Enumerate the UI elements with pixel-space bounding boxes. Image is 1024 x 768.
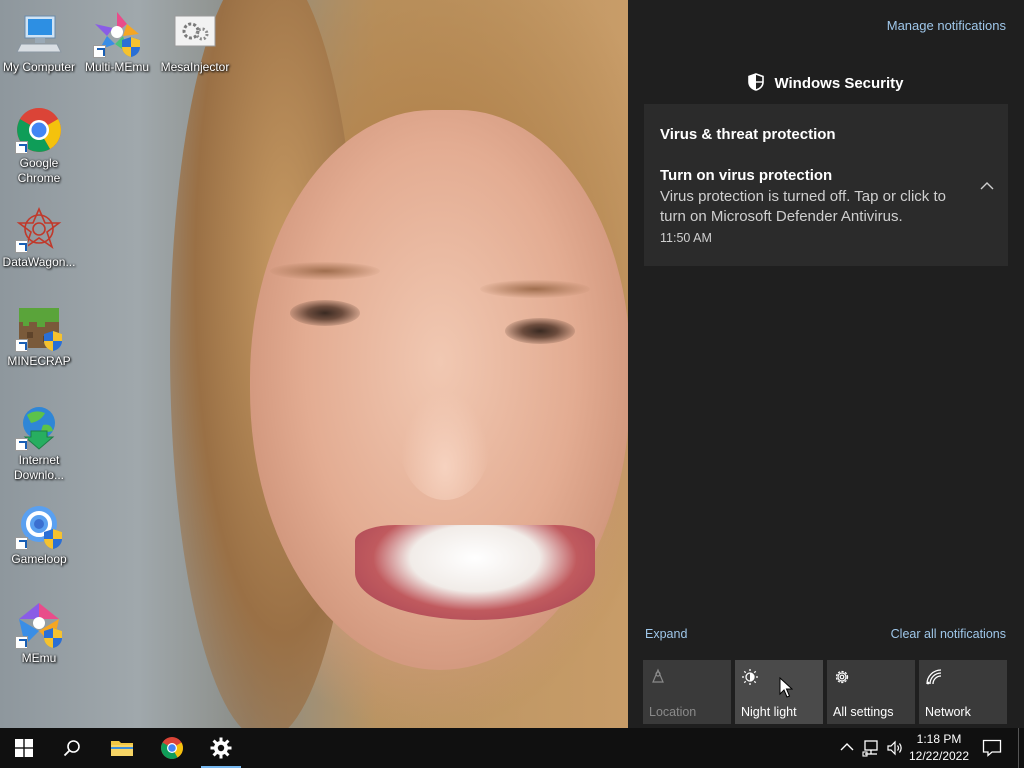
quick-action-all-settings[interactable]: All settings [827,660,915,724]
network-icon [925,668,943,686]
internet-download-manager-icon [15,403,63,451]
desktop-icon-label: Google Chrome [17,156,61,185]
show-desktop-button[interactable] [1018,728,1024,768]
desktop-icon-label: My Computer [2,60,76,74]
desktop-icon-memu[interactable]: MEmu [0,601,78,666]
notification-card[interactable]: Virus & threat protection Turn on virus … [644,104,1008,266]
gears-icon [171,10,219,58]
show-hidden-icons-button[interactable] [838,728,856,768]
desktop-icon-label: Internet Downlo... [13,453,65,482]
app-name: Windows Security [774,75,904,92]
desktop-icon-my-computer[interactable]: My Computer [0,10,78,75]
computer-icon [15,10,63,58]
chrome-icon [161,737,183,759]
folder-icon [111,741,133,756]
notification-body: Virus protection is turned off. Tap or c… [660,188,946,225]
quick-action-network[interactable]: Network [919,660,1007,724]
quick-action-label: Night light [741,705,797,719]
network-wired-icon [862,740,878,757]
desktop-icon-label: Multi-MEmu [84,60,149,74]
taskbar: 1:18 PM 12/22/2022 [0,728,1024,768]
file-explorer-button[interactable] [98,728,146,768]
notification-time: 11:50 AM [660,231,712,245]
expand-link[interactable]: Expand [645,627,687,641]
desktop-icon-internet-download-manager[interactable]: Internet Downlo... [0,403,78,483]
volume-icon [887,740,902,756]
multi-memu-icon [93,10,141,58]
gear-icon [833,668,851,686]
mouse-cursor-icon [779,677,793,698]
chevron-up-icon [840,743,854,751]
desktop-icon-label: Gameloop [11,552,67,566]
manage-notifications-link[interactable]: Manage notifications [887,18,1006,33]
chrome-icon [15,106,63,154]
clock-time: 1:18 PM [916,732,962,746]
location-icon [649,668,667,686]
desktop-icon-label: MEmu [21,651,57,665]
desktop-icon-label: DataWagon... [2,255,76,269]
search-button[interactable] [48,728,96,768]
taskbar-clock[interactable]: 1:18 PM 12/22/2022 [904,731,974,765]
notification-category: Virus & threat protection [660,126,836,143]
desktop-icon-datawagon[interactable]: DataWagon... [0,205,78,270]
settings-taskbar-button[interactable] [197,728,245,768]
brightness-icon [741,668,759,686]
action-center-panel: Manage notifications Windows Security Vi… [628,0,1024,728]
desktop-icon-mesainjector[interactable]: MesaInjector [156,10,234,75]
start-button[interactable] [0,728,48,768]
desktop-icon-label: MINECRAP [7,354,71,368]
search-icon [63,740,80,757]
desktop-icon-label: MesaInjector [160,60,230,74]
quick-action-label: All settings [833,705,894,719]
datawagon-icon [15,205,63,253]
chevron-up-icon[interactable] [980,178,994,190]
volume-button[interactable] [884,728,906,768]
shield-icon [748,73,765,95]
network-status-button[interactable] [860,728,882,768]
action-center-button[interactable] [978,728,1006,768]
memu-icon [15,601,63,649]
windows-logo-icon [15,739,33,757]
quick-action-label: Location [649,705,697,719]
desktop-icon-multi-memu[interactable]: Multi-MEmu [78,10,156,75]
gameloop-icon [15,502,63,550]
desktop-icon-google-chrome[interactable]: Google Chrome [0,106,78,186]
quick-action-location[interactable]: Location [643,660,731,724]
quick-actions: Location Night light All settings Networ… [643,660,1009,724]
notification-title: Turn on virus protection [660,167,833,184]
chrome-taskbar-button[interactable] [148,728,196,768]
clock-date: 12/22/2022 [908,749,970,763]
desktop-icon-gameloop[interactable]: Gameloop [0,502,78,567]
desktop-wallpaper [0,0,628,728]
quick-action-label: Network [925,705,971,719]
notification-app-header: Windows Security [628,73,1024,95]
gear-icon [210,737,232,759]
notification-icon [982,739,1002,757]
desktop-icon-minecrap[interactable]: MINECRAP [0,304,78,369]
clear-all-notifications-link[interactable]: Clear all notifications [891,627,1006,641]
minecraft-block-icon [15,304,63,352]
